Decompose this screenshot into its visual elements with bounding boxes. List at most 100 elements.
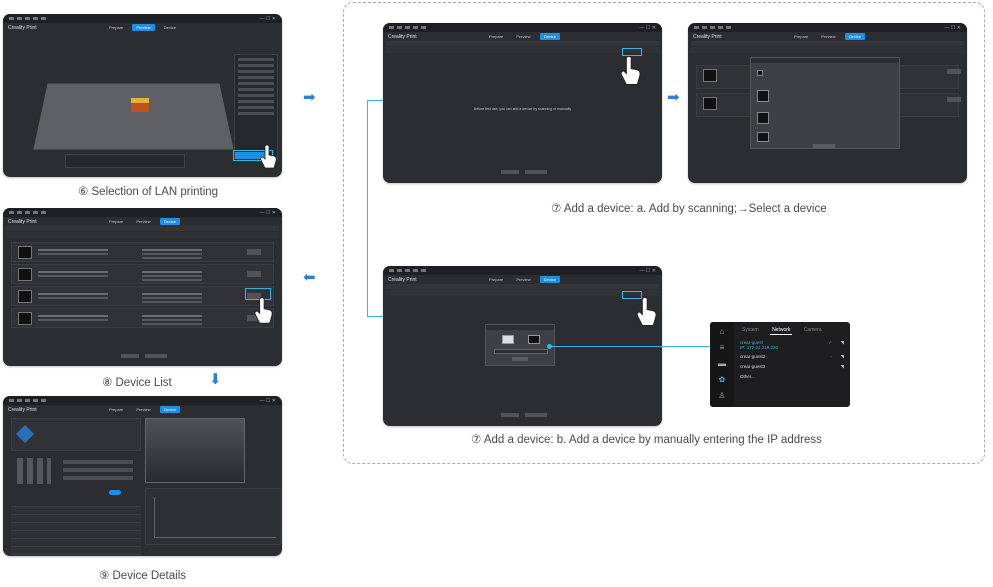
lock-icon: ◦ (830, 354, 832, 359)
device-toolbar (691, 47, 964, 53)
tab-preview[interactable]: Preview (132, 218, 154, 225)
temperature-graph (145, 488, 281, 545)
caption-device-details: ⑨ Device Details (99, 570, 187, 582)
manual-add-button[interactable] (525, 413, 547, 417)
tab-preview[interactable]: Preview (132, 24, 155, 31)
confirm-button[interactable] (813, 144, 835, 148)
screenshot-device-list: — ☐ ✕ Creality Print Prepare Preview Dev… (3, 208, 282, 366)
tab-device[interactable]: Device (159, 218, 180, 225)
tab-prepare[interactable]: Prepare (790, 33, 812, 40)
tab-device[interactable]: Device (844, 33, 865, 40)
network-item[interactable]: Other... (740, 374, 844, 379)
tab-device[interactable]: Device (159, 406, 180, 413)
caption-add-ip: ⑦ Add a device: b. Add a device by manua… (471, 434, 822, 446)
print-info-bar (65, 154, 185, 168)
list-icon[interactable]: ≡ (718, 344, 726, 352)
network-item[interactable]: crear-guest IP: 172.21.219.226 ✓ ◥ (740, 340, 844, 350)
panel-tabs: System Network Camera (740, 326, 832, 335)
manual-add-button[interactable] (525, 170, 547, 174)
ip-option[interactable] (528, 335, 540, 344)
sub-tab-bar (6, 226, 279, 231)
device-row[interactable] (11, 264, 274, 284)
device-row[interactable] (11, 308, 274, 328)
device-thumb[interactable] (757, 90, 769, 102)
toggle-switch[interactable] (109, 490, 121, 495)
scan-button[interactable] (501, 413, 519, 417)
printer-network-panel: ⌂ ≡ ▬ ✿ ♙ System Network Camera crear-gu… (710, 322, 850, 407)
folder-icon[interactable]: ▬ (718, 360, 726, 368)
device-row[interactable] (11, 242, 274, 262)
tab-preview[interactable]: Preview (512, 276, 534, 283)
network-name: crear-guest2 (740, 354, 766, 359)
control-buttons[interactable] (63, 460, 133, 480)
app-tabs: Prepare Preview Device (383, 276, 662, 283)
tab-device[interactable]: Device (539, 276, 560, 283)
model-object[interactable] (131, 98, 149, 112)
caption-lan: ⑥ Selection of LAN printing (78, 186, 219, 198)
tab-prepare[interactable]: Prepare (485, 33, 507, 40)
device-thumb[interactable] (757, 132, 769, 142)
bracket-line (367, 316, 383, 317)
manual-add-button[interactable] (145, 354, 167, 358)
tab-preview[interactable]: Preview (512, 33, 534, 40)
tab-system[interactable]: System (740, 326, 761, 334)
arrow-down-icon: ⬇ (209, 371, 222, 388)
window-titlebar: — ☐ ✕ (3, 208, 282, 217)
tab-preview[interactable]: Preview (132, 406, 154, 413)
tab-device[interactable]: Device (539, 33, 560, 40)
bracket-line (367, 100, 368, 316)
bracket-line (367, 100, 383, 101)
confirm-button[interactable] (512, 357, 528, 361)
app-tabs: Prepare Preview Device (3, 24, 282, 31)
scan-results-dialog (750, 57, 900, 149)
panel-sidebar: ⌂ ≡ ▬ ✿ ♙ (710, 322, 734, 407)
tab-preview[interactable]: Preview (817, 33, 839, 40)
screenshot-lan-printing: — ☐ ✕ Creality Print Prepare Preview Dev… (3, 14, 282, 177)
network-ip: IP: 172.21.219.226 (740, 345, 779, 350)
tab-prepare[interactable]: Prepare (485, 276, 507, 283)
tab-device[interactable]: Device (160, 24, 180, 31)
connector-line (550, 346, 710, 347)
hand-pointer-icon (620, 55, 641, 85)
tab-prepare[interactable]: Prepare (105, 218, 127, 225)
scan-button[interactable] (121, 354, 139, 358)
sub-tab-bar (386, 284, 659, 289)
hand-pointer-icon (636, 296, 657, 326)
motion-controls[interactable] (17, 458, 51, 484)
sub-tab-bar (386, 41, 659, 46)
device-button[interactable] (947, 97, 961, 102)
bell-icon[interactable]: ♙ (718, 392, 726, 400)
sub-tab-bar (691, 41, 964, 46)
arrow-right-icon: ➡ (303, 89, 316, 106)
ip-address-input[interactable] (494, 349, 548, 354)
app-tabs: Prepare Preview Device (383, 33, 662, 40)
network-item[interactable]: crear-guest3 ◥ (740, 364, 844, 369)
caption-device-list: ⑧ Device List (102, 377, 172, 389)
device-thumb[interactable] (757, 112, 769, 124)
wifi-icon: ◥ (840, 354, 844, 359)
network-name: crear-guest3 (740, 364, 766, 369)
tab-network[interactable]: Network (770, 326, 793, 335)
gear-icon[interactable]: ✿ (718, 376, 726, 384)
tab-prepare[interactable]: Prepare (105, 406, 127, 413)
file-list[interactable] (11, 506, 141, 556)
device-button[interactable] (947, 69, 961, 74)
caption-add-scan: ⑦ Add a device: a. Add by scanning;→Sele… (551, 203, 827, 215)
app-tabs: Prepare Preview Device (688, 33, 967, 40)
hand-pointer-icon (254, 297, 273, 324)
scan-option[interactable] (502, 335, 514, 344)
arrow-left-icon: ⬅ (303, 269, 316, 286)
device-toolbar (6, 232, 279, 238)
window-titlebar: — ☐ ✕ (3, 396, 282, 405)
device-toolbar (386, 290, 659, 296)
network-item[interactable]: crear-guest2 ◦ ◥ (740, 354, 844, 359)
device-toolbar (386, 47, 659, 53)
tab-camera[interactable]: Camera (802, 326, 824, 334)
scan-button[interactable] (501, 170, 519, 174)
tab-prepare[interactable]: Prepare (105, 24, 127, 31)
device-thumb[interactable] (757, 70, 763, 76)
device-row[interactable] (11, 286, 274, 306)
arrow-right-icon: ➡ (667, 89, 680, 106)
app-tabs: Prepare Preview Device (3, 218, 282, 225)
home-icon[interactable]: ⌂ (718, 328, 726, 336)
